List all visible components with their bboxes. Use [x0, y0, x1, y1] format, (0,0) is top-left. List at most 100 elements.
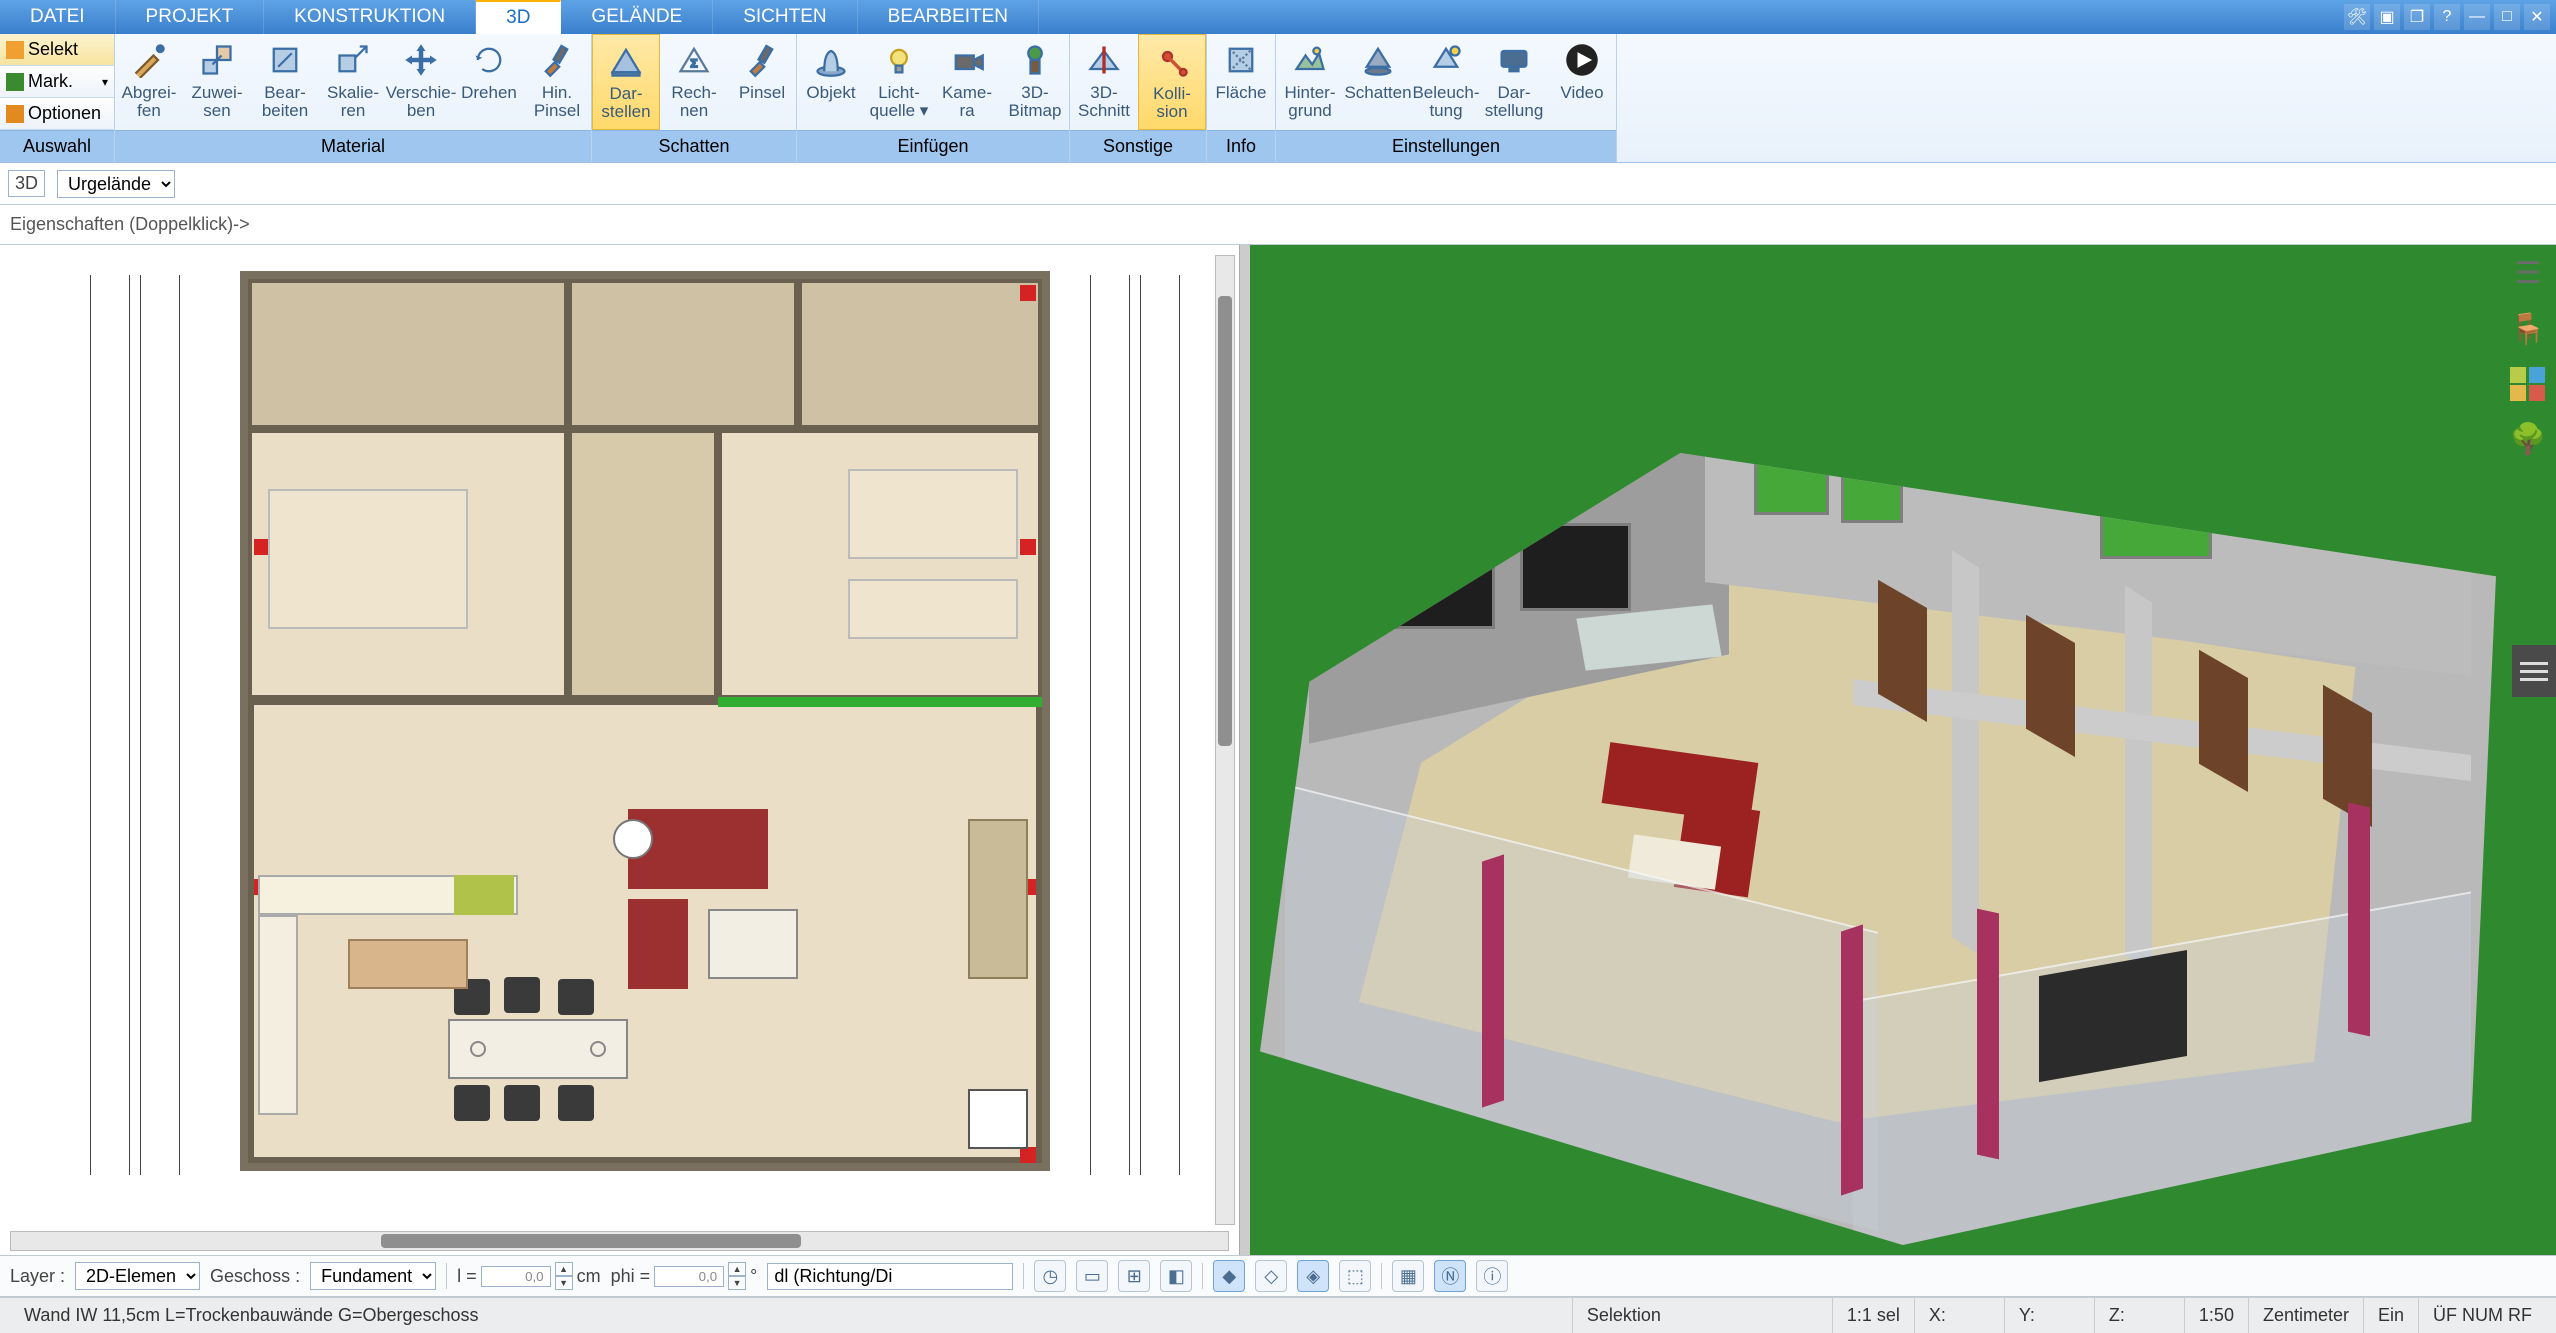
- ribbon-btn-beleuchtung[interactable]: Beleuch-tung: [1412, 34, 1480, 130]
- room-bath-2: [798, 279, 1042, 429]
- dining-table: [448, 1019, 628, 1079]
- ribbon-btn-darstellung[interactable]: Dar-stellung: [1480, 34, 1548, 130]
- menu-tab-3d[interactable]: 3D: [476, 0, 561, 34]
- menu-tab-sichten[interactable]: SICHTEN: [713, 0, 857, 34]
- snap1-icon[interactable]: ◆: [1213, 1260, 1245, 1292]
- restore-icon[interactable]: ❐: [2404, 4, 2430, 30]
- floor-plan-canvas[interactable]: [240, 271, 1050, 1171]
- grid-toggle-icon[interactable]: ⊞: [1118, 1260, 1150, 1292]
- layer-select[interactable]: 2D-Elemen: [75, 1262, 200, 1290]
- ribbon-btn-hinpinsel[interactable]: Hin.Pinsel: [523, 34, 591, 130]
- help-icon[interactable]: ?: [2434, 4, 2460, 30]
- geschoss-select[interactable]: Fundament: [310, 1262, 436, 1290]
- viewport-2d[interactable]: [0, 245, 1240, 1255]
- snap2-icon[interactable]: ◇: [1255, 1260, 1287, 1292]
- sel-marker: [1020, 539, 1036, 555]
- options-button[interactable]: Optionen: [0, 98, 114, 130]
- ribbon-btn-rechnen[interactable]: ΣRech-nen: [660, 34, 728, 130]
- dl-input[interactable]: [767, 1263, 1013, 1290]
- status-sel-count: 1:1 sel: [1832, 1298, 1914, 1333]
- ribbon-btn-drehen[interactable]: Drehen: [455, 34, 523, 130]
- menu-tab-konstruktion[interactable]: KONSTRUKTION: [264, 0, 476, 34]
- mode-3d-label[interactable]: 3D: [8, 170, 45, 197]
- side-panel-handle[interactable]: [2512, 645, 2556, 697]
- ribbon-btn-flaeche[interactable]: Fläche: [1207, 34, 1275, 130]
- ribbon-btn-abgreifen[interactable]: Abgrei-fen: [115, 34, 183, 130]
- drehen-icon: [469, 40, 509, 80]
- group-label: Schatten: [592, 130, 796, 162]
- window-icon[interactable]: ▣: [2374, 4, 2400, 30]
- ribbon-btn-pinsel[interactable]: Pinsel: [728, 34, 796, 130]
- flaeche-icon: [1221, 40, 1261, 80]
- floor-lamp: [613, 819, 653, 859]
- chair-icon[interactable]: 🪑: [2510, 311, 2546, 347]
- phi-spinner[interactable]: ▲▼: [728, 1262, 746, 1290]
- dim-rail-right-2: [1140, 275, 1180, 1175]
- kitchen-counter-l: [258, 915, 298, 1115]
- ribbon-group-einstellungen: Hinter-grundSchattenBeleuch-tungDar-stel…: [1276, 34, 1617, 162]
- ribbon-btn-lichtquelle[interactable]: Licht-quelle ▾: [865, 34, 933, 130]
- kamera-icon: [947, 40, 987, 80]
- scrollbar-horizontal[interactable]: [10, 1231, 1229, 1251]
- status-unit: Zentimeter: [2248, 1298, 2363, 1333]
- layers-icon[interactable]: ☰: [2510, 255, 2546, 291]
- color-swatches-icon[interactable]: [2510, 367, 2546, 401]
- snap3-icon[interactable]: ◈: [1297, 1260, 1329, 1292]
- ribbon-btn-hintergrund[interactable]: Hinter-grund: [1276, 34, 1344, 130]
- bed-2b: [848, 579, 1018, 639]
- ribbon-btn-schatten2[interactable]: Schatten: [1344, 34, 1412, 130]
- maximize-icon[interactable]: □: [2494, 4, 2520, 30]
- menu-tab-projekt[interactable]: PROJEKT: [116, 0, 265, 34]
- close-icon[interactable]: ✕: [2524, 4, 2550, 30]
- minimize-icon[interactable]: —: [2464, 4, 2490, 30]
- geschoss-label: Geschoss :: [210, 1266, 300, 1287]
- phi-input[interactable]: [654, 1266, 724, 1287]
- snap4-icon[interactable]: ⬚: [1339, 1260, 1371, 1292]
- dim-rail-right-1: [1090, 275, 1130, 1175]
- ribbon-btn-bearbeiten[interactable]: Bear-beiten: [251, 34, 319, 130]
- pane-splitter[interactable]: [1240, 245, 1250, 1255]
- menu-tab-datei[interactable]: DATEI: [0, 0, 116, 34]
- select-button[interactable]: Selekt: [0, 34, 114, 66]
- window-green: [1754, 444, 1828, 514]
- room-hall: [568, 429, 718, 699]
- ribbon-btn-objekt[interactable]: Objekt: [797, 34, 865, 130]
- ribbon-group-info: FlächeInfo: [1207, 34, 1276, 162]
- menu-bar: DATEI PROJEKT KONSTRUKTION 3D GELÄNDE SI…: [0, 0, 2556, 34]
- ribbon-btn-zuweisen[interactable]: Zuwei-sen: [183, 34, 251, 130]
- schatten2-icon: [1358, 40, 1398, 80]
- ribbon-btn-skalieren[interactable]: Skalie-ren: [319, 34, 387, 130]
- ribbon-side-auswahl: Selekt Mark.▾ Optionen Auswahl: [0, 34, 115, 162]
- mark-button[interactable]: Mark.▾: [0, 66, 114, 98]
- ribbon-btn-bitmap3d[interactable]: 3D-Bitmap: [1001, 34, 1069, 130]
- ribbon-btn-kollision[interactable]: Kolli-sion: [1138, 34, 1206, 130]
- status-x: X:: [1914, 1298, 2004, 1333]
- plane-select[interactable]: Urgelände: [57, 170, 175, 198]
- info-icon[interactable]: ⓘ: [1476, 1260, 1508, 1292]
- length-spinner[interactable]: ▲▼: [555, 1262, 573, 1290]
- status-flags: ÜF NUM RF: [2418, 1298, 2546, 1333]
- viewport-3d[interactable]: ☰ 🪑 🌳: [1250, 245, 2556, 1255]
- coffee-table: [708, 909, 798, 979]
- ribbon-btn-kamera[interactable]: Kame-ra: [933, 34, 1001, 130]
- scrollbar-vertical[interactable]: [1215, 255, 1235, 1225]
- ribbon-btn-darstellen[interactable]: Dar-stellen: [592, 34, 660, 130]
- ribbon-btn-verschieben[interactable]: Verschie-ben: [387, 34, 455, 130]
- grid-icon[interactable]: ▦: [1392, 1260, 1424, 1292]
- status-selection: Selektion: [1572, 1298, 1832, 1333]
- tools-icon[interactable]: 🛠: [2344, 4, 2370, 30]
- menu-tab-gelaende[interactable]: GELÄNDE: [561, 0, 713, 34]
- pillar: [1841, 925, 1863, 1196]
- ribbon-group-sonstige: 3D-SchnittKolli-sionSonstige: [1070, 34, 1207, 162]
- properties-hint[interactable]: Eigenschaften (Doppelklick)->: [10, 214, 250, 235]
- ribbon-btn-schnitt3d[interactable]: 3D-Schnitt: [1070, 34, 1138, 130]
- tree-icon[interactable]: 🌳: [2510, 421, 2546, 457]
- north-icon[interactable]: Ⓝ: [1434, 1260, 1466, 1292]
- room-bath-1: [248, 279, 568, 429]
- monitor-icon[interactable]: ▭: [1076, 1260, 1108, 1292]
- clock-icon[interactable]: ◷: [1034, 1260, 1066, 1292]
- menu-tab-bearbeiten[interactable]: BEARBEITEN: [858, 0, 1039, 34]
- length-input[interactable]: [481, 1266, 551, 1287]
- layers2-icon[interactable]: ◧: [1160, 1260, 1192, 1292]
- ribbon-btn-video[interactable]: Video: [1548, 34, 1616, 130]
